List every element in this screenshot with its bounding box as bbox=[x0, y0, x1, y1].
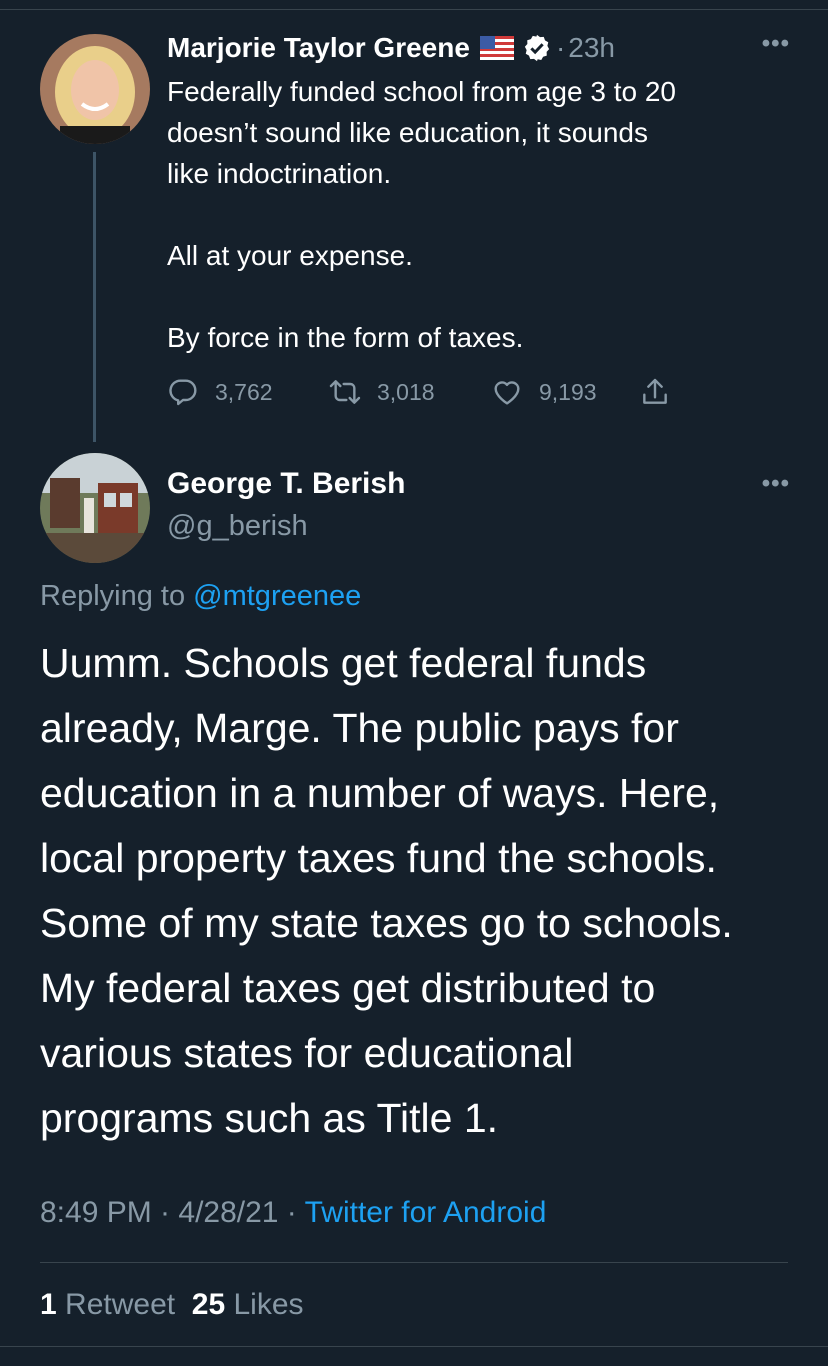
author-handle[interactable]: @g_berish bbox=[167, 510, 308, 543]
tweet-meta: 8:49 PM · 4/28/21 · Twitter for Android bbox=[40, 1196, 546, 1230]
tweet-text-line: various states for educational bbox=[40, 1030, 574, 1076]
thread-connector-line bbox=[93, 152, 96, 442]
author-name[interactable]: Marjorie Taylor Greene bbox=[167, 32, 470, 64]
retweet-button[interactable]: 3,018 bbox=[329, 376, 491, 408]
tweet-text-line: Uumm. Schools get federal funds bbox=[40, 640, 647, 686]
retweet-count: 1 bbox=[40, 1288, 57, 1321]
likes-stat[interactable]: 25 Likes bbox=[192, 1288, 304, 1321]
tweet-text-line: local property taxes fund the schools. bbox=[40, 835, 717, 881]
more-options-icon[interactable]: ••• bbox=[762, 470, 790, 498]
tweet-text: Federally funded school from age 3 to 20… bbox=[167, 71, 787, 358]
top-divider bbox=[0, 9, 828, 10]
more-options-icon[interactable]: ••• bbox=[762, 30, 790, 58]
like-button[interactable]: 9,193 bbox=[491, 376, 639, 408]
author-name[interactable]: George T. Berish bbox=[167, 467, 405, 501]
like-count: 25 bbox=[191, 1288, 226, 1321]
avatar[interactable] bbox=[40, 453, 150, 563]
tweet-text-line: Federally funded school from age 3 to 20 bbox=[167, 76, 676, 107]
replying-to: Replying to @mtgreenee bbox=[40, 580, 361, 613]
like-icon bbox=[494, 381, 520, 405]
tweet-text-line: Some of my state taxes go to schools. bbox=[40, 900, 733, 946]
tweet-text-line: education in a number of ways. Here, bbox=[40, 770, 720, 816]
tweet-text-paragraph: By force in the form of taxes. bbox=[167, 322, 524, 353]
tweet-text-paragraph: All at your expense. bbox=[167, 240, 413, 271]
reply-count: 3,762 bbox=[215, 378, 273, 405]
avatar[interactable] bbox=[40, 34, 150, 144]
tweet-text: Uumm. Schools get federal funds already,… bbox=[40, 631, 800, 1151]
retweets-stat[interactable]: 1 Retweet bbox=[40, 1288, 175, 1321]
retweet-label: Retweet bbox=[65, 1288, 176, 1321]
tweet-text-line: doesn’t sound like education, it sounds bbox=[167, 117, 648, 148]
tweet-actions: 3,762 3,018 9,193 bbox=[167, 374, 687, 410]
verified-badge-icon bbox=[524, 34, 550, 62]
tweet-text-line: My federal taxes get distributed to bbox=[40, 965, 656, 1011]
timestamp[interactable]: 8:49 PM · 4/28/21 · bbox=[40, 1196, 305, 1229]
us-flag-icon bbox=[479, 36, 514, 60]
reply-button[interactable]: 3,762 bbox=[167, 376, 329, 408]
mention-link[interactable]: @mtgreenee bbox=[193, 580, 361, 612]
separator-dot: · bbox=[555, 32, 566, 63]
like-count: 9,193 bbox=[539, 378, 597, 405]
bottom-divider bbox=[0, 1346, 828, 1347]
tweet-text-line: programs such as Title 1. bbox=[40, 1095, 499, 1141]
divider bbox=[40, 1262, 788, 1263]
share-icon bbox=[643, 378, 667, 404]
tweet-text-line: already, Marge. The public pays for bbox=[40, 705, 679, 751]
retweet-count: 3,018 bbox=[377, 378, 435, 405]
replying-to-label: Replying to bbox=[40, 580, 186, 612]
reply-icon bbox=[169, 379, 197, 406]
share-button[interactable] bbox=[639, 376, 687, 408]
tweet-time[interactable]: 23h bbox=[568, 32, 615, 64]
source-link[interactable]: Twitter for Android bbox=[305, 1196, 547, 1229]
engagement-stats: 1 Retweet 25 Likes bbox=[40, 1288, 304, 1322]
tweet-text-line: like indoctrination. bbox=[167, 158, 392, 189]
like-label: Likes bbox=[233, 1288, 304, 1321]
retweet-icon bbox=[329, 380, 361, 404]
